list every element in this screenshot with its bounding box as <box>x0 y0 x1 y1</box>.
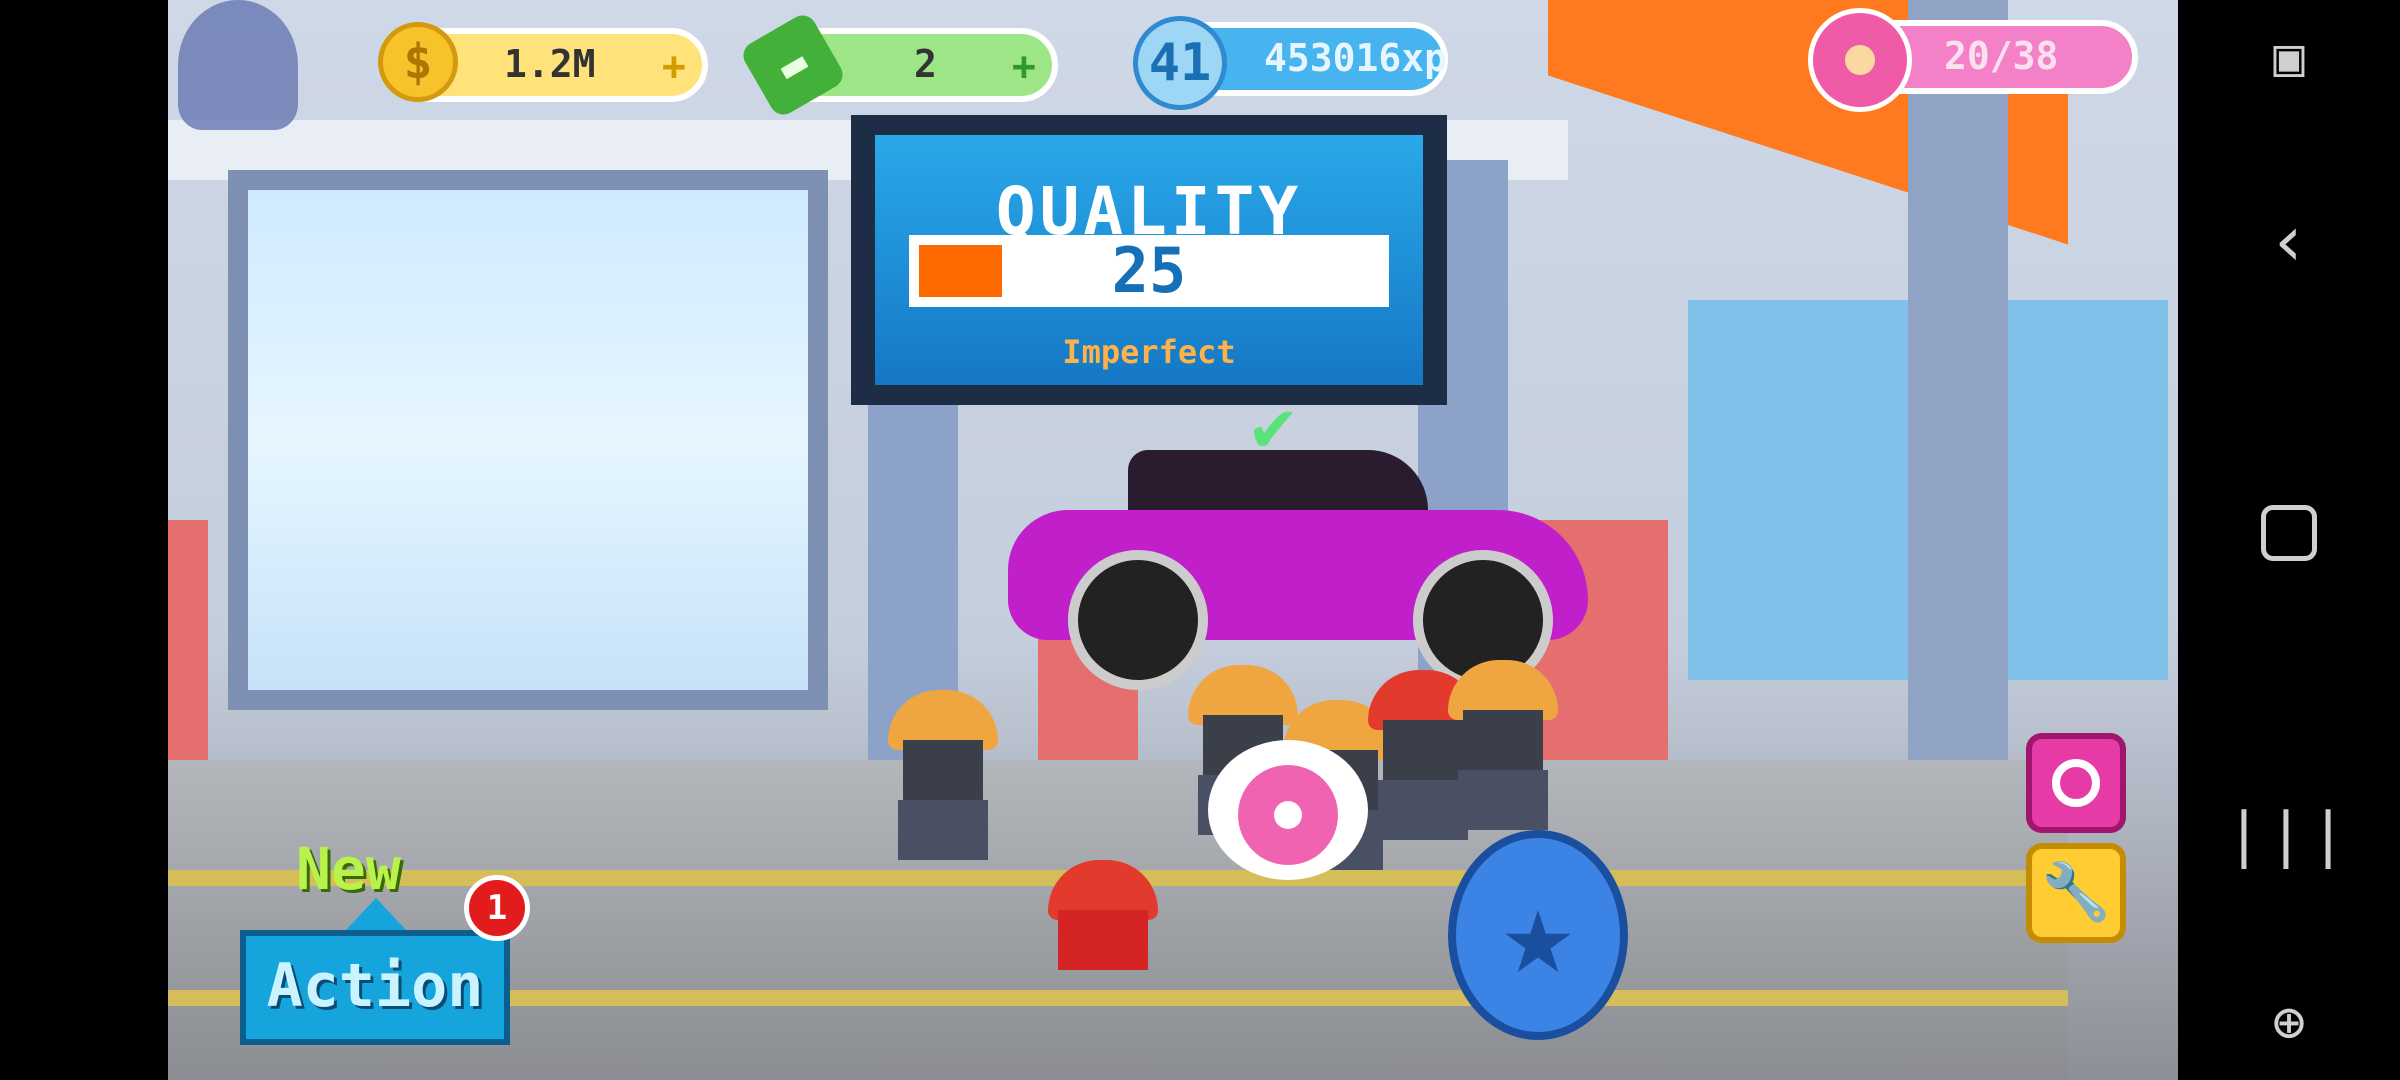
donut-value: 20/38 <box>1944 34 2059 78</box>
recent-apps-icon[interactable]: ||| <box>2178 800 2400 870</box>
worker[interactable] <box>888 690 998 860</box>
new-label: New <box>296 835 401 903</box>
worker-body <box>1458 770 1548 830</box>
coins-value: 1.2M <box>504 42 596 86</box>
coin-icon: $ <box>378 22 458 102</box>
home-icon[interactable] <box>2178 505 2400 565</box>
worker[interactable] <box>1448 660 1558 830</box>
cash-icon: ▬ <box>738 10 848 120</box>
quality-panel-inner: QUALITY 25 Imperfect <box>875 135 1423 385</box>
worker-body <box>1058 910 1148 970</box>
wrench-icon: 🔧 <box>2041 860 2111 925</box>
profile-silhouette-icon[interactable] <box>178 0 298 130</box>
quality-label: Imperfect <box>1062 333 1236 371</box>
worker[interactable] <box>1048 860 1158 1010</box>
donut-speech-bubble[interactable] <box>1208 740 1368 880</box>
red-wall <box>168 520 208 760</box>
factory-window <box>248 190 808 690</box>
donut-icon <box>1238 765 1338 865</box>
worker-head <box>1463 710 1543 770</box>
action-button[interactable]: Action <box>240 898 510 1045</box>
game-tools-icon[interactable]: ⊕ <box>2178 990 2400 1055</box>
add-cash-icon[interactable]: + <box>1012 44 1036 90</box>
car-wheel <box>1068 550 1208 690</box>
level-badge: 41 <box>1133 16 1227 110</box>
notification-badge: 1 <box>464 875 530 941</box>
star-icon[interactable]: ★ <box>1448 830 1628 1040</box>
wrench-button[interactable]: 🔧 <box>2026 843 2126 943</box>
cash-value: 2 <box>914 42 937 86</box>
back-icon[interactable]: ‹ <box>2178 200 2400 282</box>
worker-body <box>898 800 988 860</box>
worker-head <box>903 740 983 800</box>
xp-value: 453016xp <box>1264 36 1448 80</box>
donut-icon <box>1808 8 1912 112</box>
car[interactable] <box>1008 430 1588 690</box>
donut-menu-button[interactable] <box>2026 733 2126 833</box>
quality-bar: 25 <box>909 235 1389 307</box>
quality-value: 25 <box>1111 234 1187 307</box>
quality-panel: QUALITY 25 Imperfect <box>851 115 1447 405</box>
game-viewport[interactable]: 1.2M + $ 2 + ▬ 453016xp 41 20/38 QUALITY… <box>168 0 2178 1080</box>
system-nav-bar: ▣ ‹ ||| ⊕ <box>2178 0 2400 1080</box>
screenshot-tool-icon[interactable]: ▣ <box>2178 28 2400 88</box>
add-coins-icon[interactable]: + <box>662 44 686 90</box>
